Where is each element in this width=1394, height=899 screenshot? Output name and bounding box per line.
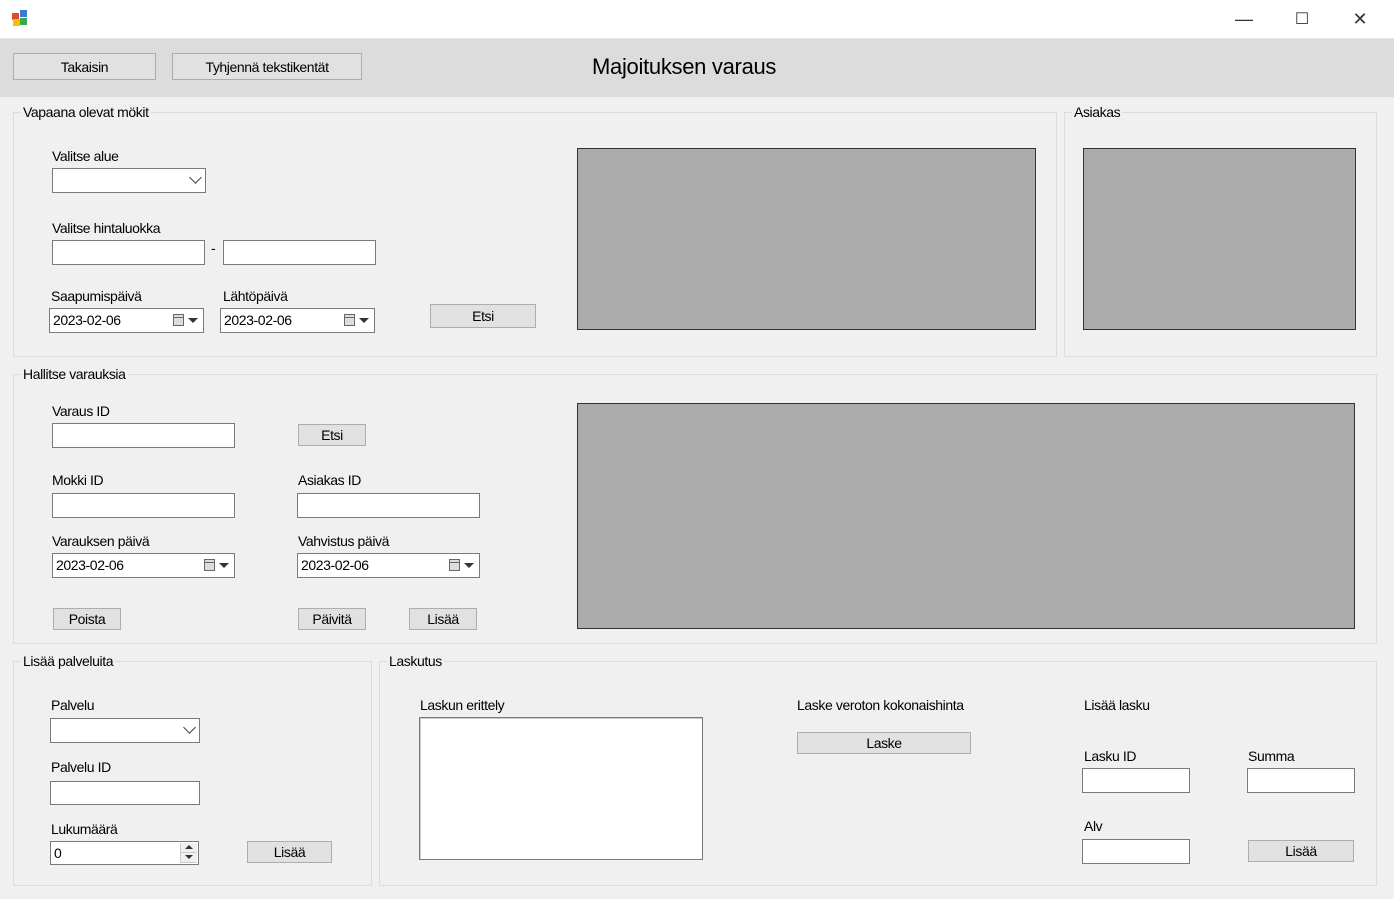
maximize-icon[interactable]: ☐ <box>1273 0 1331 38</box>
price-min-input[interactable] <box>52 240 205 265</box>
area-combobox[interactable] <box>52 168 206 193</box>
calendar-icon <box>449 559 460 571</box>
cabin-id-input[interactable] <box>52 493 235 518</box>
calculate-button[interactable]: Laske <box>797 732 971 754</box>
price-class-label: Valitse hintaluokka <box>52 220 161 236</box>
confirm-date-value: 2023-02-06 <box>301 557 369 573</box>
app-icon <box>12 10 28 26</box>
service-combobox[interactable] <box>50 718 200 743</box>
booking-date-value: 2023-02-06 <box>56 557 124 573</box>
sum-label: Summa <box>1248 748 1295 764</box>
service-label: Palvelu <box>51 697 95 713</box>
customer-group-title: Asiakas <box>1072 104 1123 120</box>
quantity-stepper[interactable]: 0 <box>50 841 199 865</box>
calendar-icon <box>344 314 355 326</box>
calendar-icon <box>204 559 215 571</box>
price-max-input[interactable] <box>223 240 376 265</box>
quantity-label: Lukumäärä <box>51 821 118 837</box>
customer-grid[interactable] <box>1083 148 1356 330</box>
spin-down-icon[interactable] <box>181 853 197 863</box>
add-invoice-button[interactable]: Lisää <box>1248 840 1354 862</box>
billing-group-title: Laskutus <box>387 653 444 669</box>
add-service-button[interactable]: Lisää <box>247 841 332 863</box>
confirm-date-label: Vahvistus päivä <box>298 533 390 549</box>
spin-up-icon[interactable] <box>181 843 197 853</box>
calendar-icon <box>173 314 184 326</box>
arrival-date-label: Saapumispäivä <box>51 288 142 304</box>
back-button[interactable]: Takaisin <box>13 53 156 80</box>
update-booking-button[interactable]: Päivitä <box>298 608 366 630</box>
search-cabins-button[interactable]: Etsi <box>430 304 536 328</box>
chevron-down-icon <box>189 171 202 184</box>
booking-date-picker[interactable]: 2023-02-06 <box>52 553 235 578</box>
add-booking-button[interactable]: Lisää <box>409 608 477 630</box>
add-services-group-title: Lisää palveluita <box>21 653 116 669</box>
dropdown-icon <box>188 318 198 323</box>
customer-id-input[interactable] <box>297 493 480 518</box>
arrival-date-picker[interactable]: 2023-02-06 <box>49 308 204 333</box>
arrival-date-value: 2023-02-06 <box>53 312 121 328</box>
delete-booking-button[interactable]: Poista <box>53 608 121 630</box>
manage-bookings-group-title: Hallitse varauksia <box>21 366 128 382</box>
departure-date-label: Lähtöpäivä <box>223 288 288 304</box>
customer-id-label: Asiakas ID <box>298 472 361 488</box>
cabin-id-label: Mokki ID <box>52 472 104 488</box>
confirm-date-picker[interactable]: 2023-02-06 <box>297 553 480 578</box>
spin-buttons[interactable] <box>180 843 197 863</box>
clear-fields-button[interactable]: Tyhjennä tekstikentät <box>172 53 362 80</box>
quantity-value: 0 <box>54 845 62 861</box>
departure-date-value: 2023-02-06 <box>224 312 292 328</box>
invoice-id-label: Lasku ID <box>1084 748 1137 764</box>
price-separator: - <box>211 240 216 256</box>
dropdown-icon <box>359 318 369 323</box>
close-icon[interactable]: ✕ <box>1331 0 1389 38</box>
search-booking-button[interactable]: Etsi <box>298 424 366 446</box>
minimize-icon[interactable]: — <box>1215 0 1273 38</box>
page-title: Majoituksen varaus <box>592 54 777 79</box>
add-invoice-label: Lisää lasku <box>1084 697 1150 713</box>
service-id-input[interactable] <box>50 781 200 805</box>
free-cabins-grid[interactable] <box>577 148 1036 330</box>
dropdown-icon <box>464 563 474 568</box>
calc-total-label: Laske veroton kokonaishinta <box>797 697 964 713</box>
invoice-breakdown-label: Laskun erittely <box>420 697 505 713</box>
window-titlebar <box>0 0 1394 39</box>
sum-input[interactable] <box>1247 768 1355 793</box>
vat-label: Alv <box>1084 818 1103 834</box>
area-label: Valitse alue <box>52 148 119 164</box>
booking-id-label: Varaus ID <box>52 403 110 419</box>
vat-input[interactable] <box>1082 839 1190 864</box>
free-cabins-group-title: Vapaana olevat mökit <box>21 104 151 120</box>
bookings-grid[interactable] <box>577 403 1355 629</box>
service-id-label: Palvelu ID <box>51 759 111 775</box>
booking-id-input[interactable] <box>52 423 235 448</box>
invoice-breakdown-textarea[interactable] <box>419 717 703 860</box>
chevron-down-icon <box>183 721 196 734</box>
invoice-id-input[interactable] <box>1082 768 1190 793</box>
departure-date-picker[interactable]: 2023-02-06 <box>220 308 375 333</box>
dropdown-icon <box>219 563 229 568</box>
booking-date-label: Varauksen päivä <box>52 533 150 549</box>
